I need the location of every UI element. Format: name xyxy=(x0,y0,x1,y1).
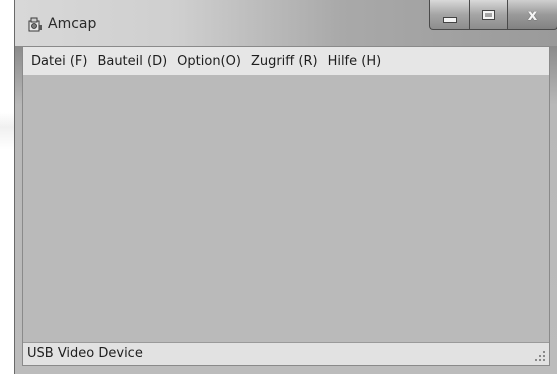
menu-option[interactable]: Option(O) xyxy=(172,52,246,71)
close-icon: x xyxy=(527,5,538,24)
amcap-camera-icon xyxy=(28,17,42,32)
client-area: Datei (F) Bauteil (D) Option(O) Zugriff … xyxy=(22,46,550,366)
menu-bauteil[interactable]: Bauteil (D) xyxy=(92,52,172,71)
title-bar[interactable]: Amcap x xyxy=(15,0,557,46)
menu-datei[interactable]: Datei (F) xyxy=(26,52,92,71)
close-button[interactable]: x xyxy=(507,0,557,30)
minimize-icon xyxy=(442,16,457,23)
menu-zugriff[interactable]: Zugriff (R) xyxy=(246,52,323,71)
video-preview-area xyxy=(23,75,549,342)
resize-grip-icon[interactable] xyxy=(533,349,547,363)
status-bar: USB Video Device xyxy=(23,342,549,365)
status-device-text: USB Video Device xyxy=(27,346,143,361)
maximize-icon xyxy=(482,9,495,20)
menu-hilfe[interactable]: Hilfe (H) xyxy=(323,52,387,71)
minimize-button[interactable] xyxy=(429,0,469,30)
maximize-button[interactable] xyxy=(469,0,507,30)
window-controls: x xyxy=(429,0,557,30)
amcap-window: Amcap x Datei (F) Bauteil (D) Option(O) … xyxy=(14,0,557,374)
window-title: Amcap xyxy=(48,16,97,32)
menu-bar: Datei (F) Bauteil (D) Option(O) Zugriff … xyxy=(23,47,549,75)
desktop-background xyxy=(0,0,14,374)
